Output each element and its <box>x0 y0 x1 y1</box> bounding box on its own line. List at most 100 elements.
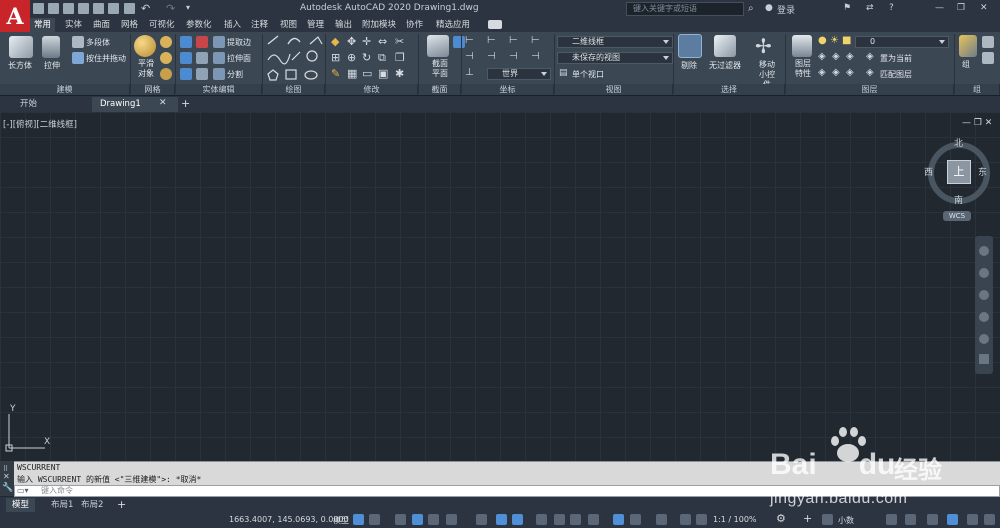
dynamic-ucs-icon[interactable] <box>613 514 624 525</box>
minimize-icon[interactable]: — <box>935 3 944 13</box>
tab-featured-apps[interactable]: 精选应用 <box>432 18 474 32</box>
smooth-object-icon[interactable] <box>134 35 156 57</box>
restore-icon[interactable]: ❐ <box>957 3 965 13</box>
layout-tab-layout2[interactable]: 布局2 <box>75 498 109 512</box>
extrude-icon[interactable] <box>42 36 60 58</box>
tab-solid[interactable]: 实体 <box>61 18 86 32</box>
selection-filter-icon[interactable] <box>630 514 641 525</box>
exchange-icon[interactable]: ⇄ <box>866 3 874 13</box>
gizmo-icon[interactable] <box>656 514 667 525</box>
3d-object-snap-icon[interactable] <box>588 514 599 525</box>
save-as-icon[interactable] <box>78 3 89 14</box>
ucs-zaxis-icon[interactable]: ⊢ <box>531 35 540 46</box>
ungroup-icon[interactable] <box>982 36 994 48</box>
mesh-smooth-more-icon[interactable] <box>160 36 172 48</box>
culling-icon[interactable] <box>678 34 702 58</box>
erase-icon[interactable]: ▣ <box>378 67 388 80</box>
snap-icon[interactable] <box>369 514 380 525</box>
save-icon[interactable] <box>63 3 74 14</box>
extract-edges-icon[interactable] <box>213 36 225 48</box>
sun-icon[interactable]: ☀ <box>830 35 839 46</box>
layer-unisolate-icon[interactable]: ◈ <box>832 67 840 78</box>
copy-icon[interactable]: ❐ <box>395 51 405 64</box>
circle-icon[interactable] <box>306 50 318 62</box>
panel-title-coordinates[interactable]: 坐标 <box>462 84 554 95</box>
subtract-icon[interactable] <box>196 36 208 48</box>
group-button[interactable]: 组 <box>962 59 970 70</box>
saved-view-dropdown[interactable]: 未保存的视图 <box>557 52 673 64</box>
viewport-config-button[interactable]: 单个视口 <box>572 69 604 80</box>
line-icon[interactable] <box>267 35 279 45</box>
recent-commands-icon[interactable]: ▭▾ <box>17 486 29 495</box>
model-space-toggle[interactable]: 模型 <box>333 515 349 526</box>
showmotion-icon[interactable] <box>979 334 989 344</box>
layer-freeze-icon[interactable]: ◈ <box>846 51 854 62</box>
isometric-icon[interactable] <box>476 514 487 525</box>
plot-icon[interactable] <box>124 3 135 14</box>
section-plane-icon[interactable] <box>427 35 449 57</box>
layer-on-icon[interactable]: ◈ <box>818 67 826 78</box>
move-gizmo-icon[interactable]: ◆ <box>331 35 339 48</box>
offset-icon[interactable]: ⧉ <box>378 51 386 65</box>
polyline-icon[interactable] <box>309 36 323 45</box>
rotate-icon[interactable]: ✥ <box>347 35 356 48</box>
steering-wheel-icon[interactable] <box>979 246 989 256</box>
tab-output[interactable]: 输出 <box>331 18 356 32</box>
tab-visualize[interactable]: 可视化 <box>145 18 179 32</box>
separate-icon[interactable] <box>213 68 225 80</box>
tab-view[interactable]: 视图 <box>276 18 301 32</box>
move-icon[interactable]: ✛ <box>362 35 371 48</box>
ucs-view-icon[interactable]: ⊣ <box>465 51 474 62</box>
shell-icon[interactable] <box>196 68 208 80</box>
drawing-area[interactable] <box>0 112 1000 461</box>
no-filter-button[interactable]: 无过滤器 <box>709 60 741 71</box>
tab-manage[interactable]: 管理 <box>303 18 328 32</box>
separate-button[interactable]: 分割 <box>227 69 243 80</box>
mesh-refine-icon[interactable] <box>160 68 172 80</box>
wcs-menu[interactable]: WCS <box>943 211 971 221</box>
panel-title-view[interactable]: 视图 <box>555 84 673 95</box>
ucs-face-icon[interactable]: ⊣ <box>509 51 518 62</box>
add-layout-plus-icon[interactable]: + <box>117 498 126 511</box>
redo-icon[interactable]: ↷ <box>166 2 175 15</box>
ucs-3point-icon[interactable]: ⊣ <box>531 51 540 62</box>
slice-icon[interactable] <box>196 52 208 64</box>
layer-properties-icon[interactable] <box>792 35 812 57</box>
zoom-icon[interactable] <box>979 290 989 300</box>
panel-title-section[interactable]: 截面 <box>419 84 461 95</box>
fillet-icon[interactable]: ⊕ <box>347 51 356 64</box>
lock-icon[interactable]: ■ <box>842 35 851 46</box>
close-icon[interactable]: ✕ <box>980 3 988 13</box>
scale-icon[interactable]: ▦ <box>347 67 357 80</box>
array-icon[interactable]: ⊞ <box>331 51 340 64</box>
panel-title-groups[interactable]: 组 <box>955 84 1000 95</box>
compass-west[interactable]: 西 <box>924 165 933 178</box>
group-icon[interactable] <box>959 35 977 57</box>
arc-icon[interactable] <box>287 37 301 45</box>
polysolid-button[interactable]: 多段体 <box>86 37 110 48</box>
world-ucs-dropdown[interactable]: 世界 <box>487 68 551 80</box>
lineweight-icon[interactable] <box>536 514 547 525</box>
layer-isolate-icon[interactable]: ◈ <box>832 51 840 62</box>
customize-wrench-icon[interactable]: 🔧 <box>2 483 13 493</box>
close-command-icon[interactable]: ✕ <box>3 472 10 481</box>
open-file-icon[interactable] <box>48 3 59 14</box>
layer-properties-button[interactable]: 图层特性 <box>792 59 814 79</box>
selection-cycling-icon[interactable] <box>570 514 581 525</box>
rotate-3d-icon[interactable]: ↻ <box>362 51 371 64</box>
infer-constraints-icon[interactable] <box>395 514 406 525</box>
culling-button[interactable]: 剔除 <box>681 60 697 71</box>
polar-tracking-icon[interactable] <box>446 514 457 525</box>
ucs-named-icon[interactable]: ⊥ <box>465 67 474 78</box>
compass-east[interactable]: 东 <box>978 165 987 178</box>
transparency-icon[interactable] <box>554 514 565 525</box>
no-filter-icon[interactable] <box>714 35 736 57</box>
layout-tab-model[interactable]: 模型 <box>6 498 36 512</box>
close-tab-icon[interactable]: ✕ <box>159 98 167 108</box>
annotation-visibility-icon[interactable] <box>680 514 691 525</box>
panel-title-modeling[interactable]: 建模 <box>0 84 130 95</box>
align-icon[interactable]: ▭ <box>362 67 372 80</box>
new-tab-plus-icon[interactable]: + <box>181 97 190 110</box>
annotation-scale[interactable]: 1:1 / 100% <box>713 515 757 524</box>
search-input[interactable]: 键入关键字或短语 <box>626 2 744 16</box>
